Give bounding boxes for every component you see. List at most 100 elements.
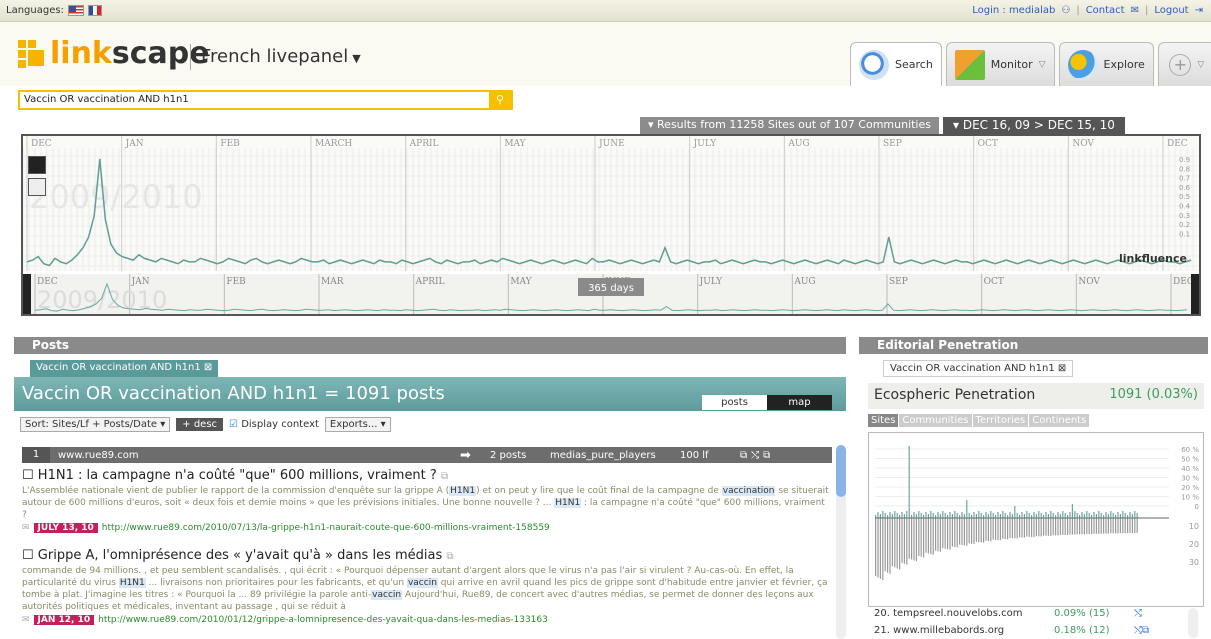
ed-positive-bar <box>985 512 987 518</box>
site-domain[interactable]: www.rue89.com <box>50 450 460 461</box>
user-icon: ⚇ <box>1061 5 1071 16</box>
mail-icon: ✉ <box>1130 5 1139 16</box>
subtab-territories[interactable]: Territories <box>972 414 1029 427</box>
ed-positive-bar <box>1074 511 1076 518</box>
ed-positive-bar <box>951 514 953 518</box>
y-tick-label: 0.7 <box>1179 175 1190 183</box>
ed-negative-bar <box>992 518 994 540</box>
ed-y-tick: 10 <box>1189 522 1199 531</box>
ed-negative-bar <box>875 518 877 576</box>
tab-map[interactable]: map <box>767 395 832 410</box>
panel-selector[interactable]: French livepanel ▼ <box>190 44 361 70</box>
ed-positive-bar <box>1040 513 1042 518</box>
month-label: NOV <box>1072 139 1094 149</box>
ed-negative-bar <box>1045 518 1047 536</box>
search-input[interactable]: Vaccin OR vaccination AND h1n1 ⚲ <box>18 90 513 110</box>
ed-positive-bar <box>927 514 929 518</box>
tab-search[interactable]: Search <box>850 42 942 86</box>
search-icon[interactable]: ⚲ <box>489 92 511 108</box>
logout-link[interactable]: Logout <box>1154 5 1188 16</box>
ed-negative-bar <box>901 518 903 563</box>
ed-negative-bar <box>894 518 896 568</box>
ed-y-tick: 60 % <box>1181 446 1199 454</box>
us-flag-icon[interactable] <box>67 5 84 16</box>
fr-flag-icon[interactable] <box>87 5 102 16</box>
ed-positive-bar <box>1033 512 1035 518</box>
ed-negative-bar <box>1107 518 1109 534</box>
post-url[interactable]: http://www.rue89.com/2010/01/12/grippe-a… <box>98 615 548 625</box>
ed-negative-bar <box>1040 518 1042 537</box>
desc-toggle[interactable]: + desc <box>176 417 224 431</box>
area-chart-icon[interactable] <box>28 178 46 196</box>
ed-positive-bar <box>896 513 898 518</box>
ed-negative-bar <box>1002 518 1004 539</box>
editorial-scrollbar[interactable] <box>1188 608 1198 638</box>
ed-negative-bar <box>956 518 958 548</box>
ed-positive-bar <box>879 514 881 518</box>
ed-negative-bar <box>1011 518 1013 539</box>
ed-positive-bar <box>1122 511 1124 518</box>
site-row[interactable]: 1 www.rue89.com ➡ 2 posts medias_pure_pl… <box>22 447 832 463</box>
post-title[interactable]: ☐ H1N1 : la campagne n'a coûté "que" 600… <box>22 468 832 483</box>
tab-posts[interactable]: posts <box>702 395 767 410</box>
subtab-sites[interactable]: Sites <box>868 414 899 427</box>
ed-positive-bar <box>1047 514 1049 518</box>
ed-negative-bar <box>1083 518 1085 535</box>
ed-negative-bar <box>1047 518 1049 536</box>
exports-select[interactable]: Exports... ▾ <box>324 416 391 432</box>
display-context-checkbox[interactable]: ☑ Display context <box>229 419 319 430</box>
ed-positive-bar <box>1016 513 1018 518</box>
graph-icon[interactable]: ⤭ <box>1134 608 1142 619</box>
posts-query-tab[interactable]: Vaccin OR vaccination AND h1n1 ⊠ <box>30 360 219 377</box>
row-site-name[interactable]: 20. tempsreel.nouvelobs.com <box>874 608 1054 619</box>
tab-monitor[interactable]: Monitor ▽ <box>945 42 1055 86</box>
post-url[interactable]: http://www.rue89.com/2010/07/13/la-gripp… <box>102 523 550 533</box>
login-link[interactable]: Login : medialab <box>972 5 1055 16</box>
date-range-selector[interactable]: ▾ DEC 16, 09 > DEC 15, 10 <box>943 117 1125 134</box>
tab-explore[interactable]: Explore <box>1058 42 1154 86</box>
logo-mark-icon <box>18 39 46 68</box>
ed-positive-bar <box>980 513 982 518</box>
post-item: ☐ Grippe A, l'omniprésence des « y'avait… <box>22 548 832 625</box>
editorial-row[interactable]: 21. www.millebabords.org 0.18% (12) ⤭⧉ <box>874 625 1180 636</box>
results-summary[interactable]: ▾ Results from 11258 Sites out of 107 Co… <box>640 117 939 134</box>
add-tab-button[interactable]: + ▽ <box>1157 42 1211 86</box>
timeline-chart[interactable]: DEC JAN FEB MARCH APRIL MAY JUNE JULY AUG SEP OCT N… <box>21 134 1201 316</box>
row-site-name[interactable]: 21. www.millebabords.org <box>874 625 1054 636</box>
month-label: JAN <box>125 139 144 149</box>
linkscape-logo[interactable]: linkscape <box>18 36 210 71</box>
ed-negative-bar <box>1124 518 1126 534</box>
subtab-communities[interactable]: Communities <box>899 414 972 427</box>
ed-negative-bar <box>944 518 946 549</box>
ed-positive-bar <box>1045 512 1047 518</box>
editorial-query-tab[interactable]: Vaccin OR vaccination AND h1n1 ⊠ <box>883 360 1074 377</box>
posts-scrollbar[interactable] <box>836 445 846 639</box>
ed-negative-bar <box>1127 518 1129 534</box>
penetration-chart[interactable]: 60 % 50 % 40 % 30 % 20 % 10 % 0 10 20 30 <box>868 432 1204 607</box>
metric-label: Ecospheric Penetration <box>874 387 1036 403</box>
graph-icon[interactable]: ⤭⧉ <box>1134 625 1149 636</box>
ed-negative-bar <box>1021 518 1023 538</box>
editorial-row[interactable]: 20. tempsreel.nouvelobs.com 0.09% (15) ⤭ <box>874 608 1180 619</box>
editorial-subtabs: Sites Communities Territories Continents <box>868 414 1090 427</box>
ed-positive-bar <box>978 511 980 518</box>
ed-negative-bar <box>1079 518 1081 535</box>
ed-positive-bar <box>889 512 891 518</box>
ed-positive-bar <box>1023 514 1025 518</box>
sort-select[interactable]: Sort: Sites/Lf + Posts/Date ▾ <box>20 416 171 432</box>
ed-negative-bar <box>1112 518 1114 534</box>
line-chart-icon[interactable] <box>28 156 46 174</box>
ed-positive-bar <box>1093 512 1095 518</box>
contact-link[interactable]: Contact <box>1086 5 1125 16</box>
post-title[interactable]: ☐ Grippe A, l'omniprésence des « y'avait… <box>22 548 832 563</box>
mail-icon[interactable]: ✉ <box>22 615 30 625</box>
mail-icon[interactable]: ✉ <box>22 523 30 533</box>
mini-month-label: APRIL <box>415 277 445 287</box>
ed-negative-bar <box>1067 518 1069 536</box>
ed-positive-bar <box>990 511 992 518</box>
ed-negative-bar <box>1004 518 1006 540</box>
scroll-thumb[interactable] <box>836 445 846 497</box>
site-actions-icon[interactable]: ⧉⤭⧉ <box>740 450 774 461</box>
subtab-continents[interactable]: Continents <box>1029 414 1090 427</box>
y-tick-label: 0.5 <box>1179 193 1190 201</box>
